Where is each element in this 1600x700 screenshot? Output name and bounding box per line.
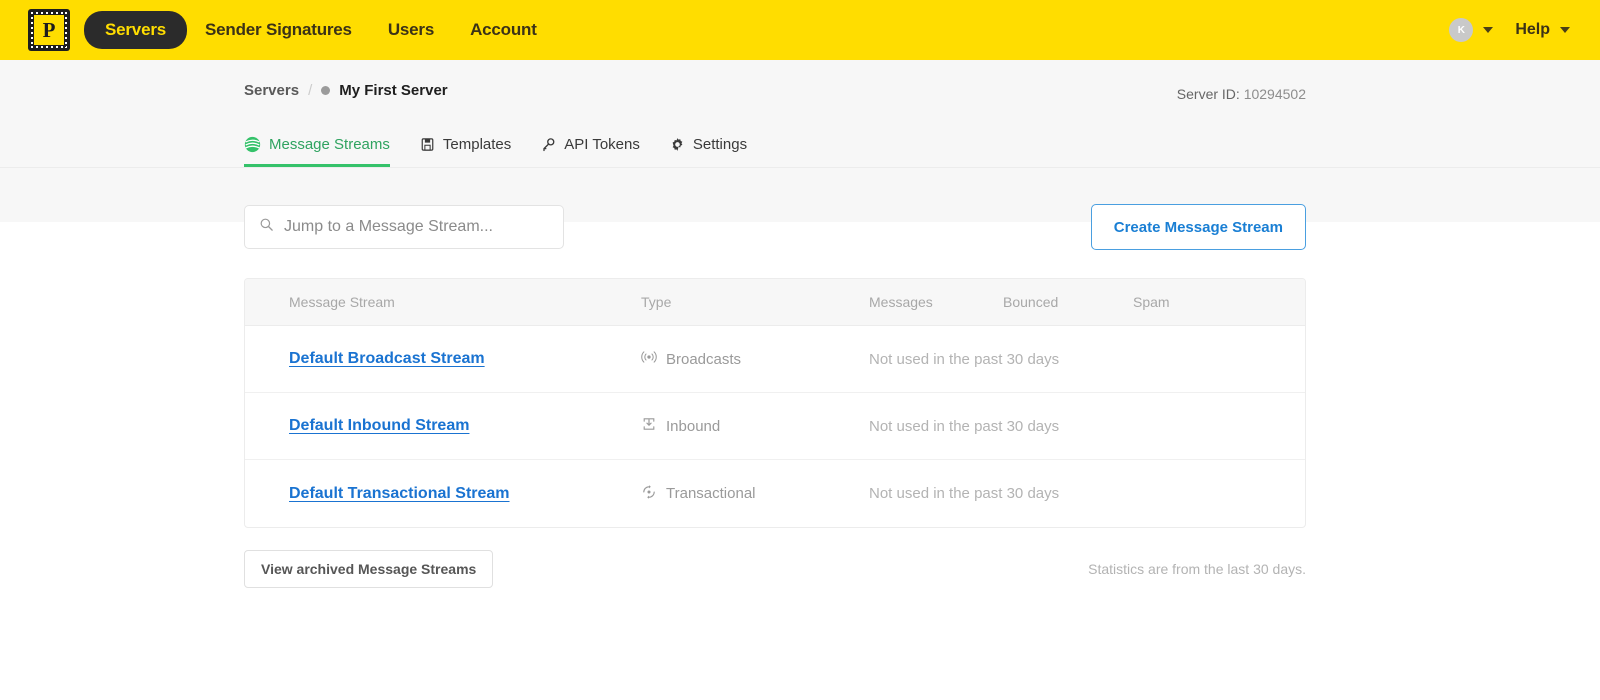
column-header-bounced: Bounced [1003,294,1133,310]
message-streams-table: Message Stream Type Messages Bounced Spa… [244,278,1306,528]
stream-name-cell: Default Transactional Stream [289,485,641,503]
server-status-dot [321,86,330,95]
breadcrumb: Servers / My First Server [244,82,1570,99]
create-message-stream-button[interactable]: Create Message Stream [1091,204,1306,250]
help-label: Help [1515,21,1550,39]
breadcrumb-servers-link[interactable]: Servers [244,82,299,99]
chevron-down-icon [1560,27,1570,33]
breadcrumb-separator: / [308,82,312,99]
tab-label: Message Streams [269,136,390,153]
server-tabs: Message Streams Templates API Tokens [244,136,747,167]
search-input[interactable] [284,218,549,236]
tab-label: Settings [693,136,747,153]
main-content: Create Message Stream Message Stream Typ… [0,168,1600,700]
column-header-spam: Spam [1133,294,1305,310]
page-title: My First Server [339,82,447,99]
stream-stats: Not used in the past 30 days [869,485,1305,502]
nav-item-users[interactable]: Users [370,12,452,48]
stream-type-cell: Transactional [641,484,869,504]
logo-letter: P [34,15,64,45]
table-row[interactable]: Default Transactional Stream Transaction… [245,460,1305,527]
table-header-row: Message Stream Type Messages Bounced Spa… [245,279,1305,326]
postmark-logo[interactable]: P [28,9,70,51]
server-id: Server ID: 10294502 [1177,86,1306,102]
table-footer: View archived Message Streams Statistics… [244,550,1306,588]
stream-link[interactable]: Default Inbound Stream [289,417,469,434]
chevron-down-icon [1483,27,1493,33]
key-icon [541,137,556,152]
primary-nav: Servers Sender Signatures Users Account [84,11,555,49]
stream-type-label: Broadcasts [666,351,741,368]
nav-item-account[interactable]: Account [452,12,555,48]
nav-item-servers[interactable]: Servers [84,11,187,49]
column-header-type: Type [641,294,869,310]
search-box[interactable] [244,205,564,249]
column-header-messages: Messages [869,294,1003,310]
stream-link[interactable]: Default Transactional Stream [289,485,510,502]
stream-name-cell: Default Broadcast Stream [289,350,641,368]
top-nav-right: K Help [1449,18,1570,42]
top-navigation-bar: P Servers Sender Signatures Users Accoun… [0,0,1600,60]
nav-item-sender-signatures[interactable]: Sender Signatures [187,12,370,48]
stream-stats: Not used in the past 30 days [869,418,1305,435]
view-archived-streams-button[interactable]: View archived Message Streams [244,550,493,588]
tab-settings[interactable]: Settings [670,136,747,167]
tab-api-tokens[interactable]: API Tokens [541,136,640,167]
stream-link[interactable]: Default Broadcast Stream [289,350,485,367]
streams-toolbar: Create Message Stream [244,168,1306,250]
tab-label: Templates [443,136,511,153]
table-row[interactable]: Default Inbound Stream Inbound Not used … [245,393,1305,460]
server-id-value: 10294502 [1244,86,1306,102]
tab-label: API Tokens [564,136,640,153]
tab-templates[interactable]: Templates [420,136,511,167]
templates-icon [420,137,435,152]
statistics-note: Statistics are from the last 30 days. [1088,561,1306,577]
tab-message-streams[interactable]: Message Streams [244,136,390,167]
broadcast-icon [641,349,657,369]
gear-icon [670,137,685,152]
stream-type-cell: Broadcasts [641,349,869,369]
stream-name-cell: Default Inbound Stream [289,417,641,435]
stream-type-cell: Inbound [641,416,869,436]
search-icon [259,217,274,237]
stream-type-label: Transactional [666,485,756,502]
server-id-label: Server ID: [1177,86,1240,102]
page-subheader: Servers / My First Server Server ID: 102… [0,60,1600,168]
help-menu[interactable]: Help [1515,21,1570,39]
column-header-message-stream: Message Stream [289,294,641,310]
avatar: K [1449,18,1473,42]
table-row[interactable]: Default Broadcast Stream Broadcasts Not … [245,326,1305,393]
stream-type-label: Inbound [666,418,720,435]
stream-stats: Not used in the past 30 days [869,351,1305,368]
message-streams-icon [244,136,261,153]
inbound-icon [641,416,657,436]
account-menu[interactable]: K [1449,18,1493,42]
transactional-icon [641,484,657,504]
